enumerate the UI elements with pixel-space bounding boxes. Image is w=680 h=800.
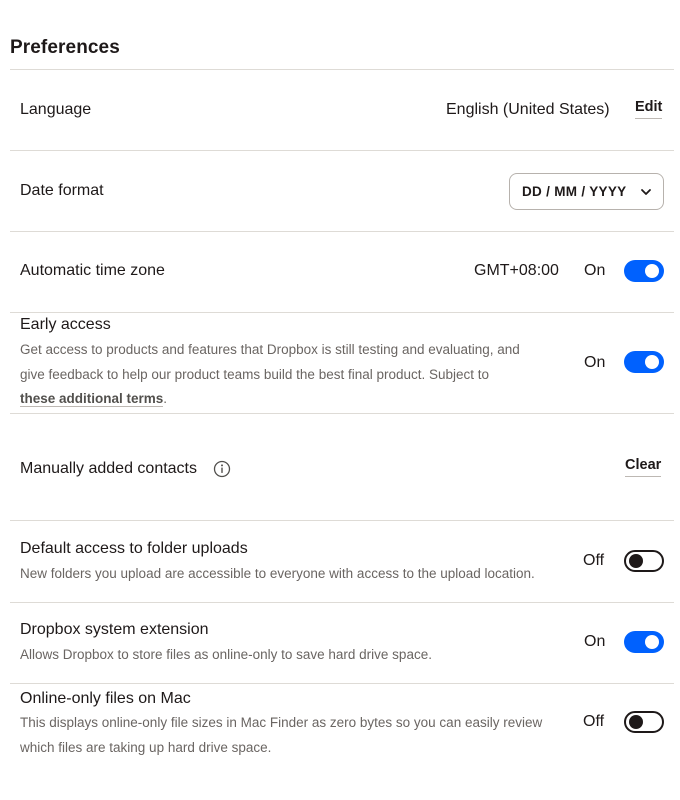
- divider: [10, 231, 674, 232]
- early-access-desc-line2: give feedback to help our product teams …: [20, 366, 490, 382]
- system-extension-label: Dropbox system extension: [20, 621, 209, 638]
- early-access-desc-line1: Get access to products and features that…: [20, 342, 520, 357]
- contacts-clear-button[interactable]: Clear: [625, 457, 662, 477]
- online-only-state: Off: [583, 713, 605, 730]
- online-only-label: Online-only files on Mac: [20, 690, 191, 707]
- time-zone-state: On: [584, 262, 606, 279]
- toggle-knob: [645, 264, 659, 278]
- chevron-down-icon: [641, 189, 651, 195]
- language-value: English (United States): [446, 101, 610, 118]
- date-format-select[interactable]: DD / MM / YYYY: [509, 173, 664, 210]
- toggle-knob: [629, 715, 643, 729]
- folder-uploads-toggle[interactable]: [624, 550, 664, 572]
- early-access-label: Early access: [20, 316, 111, 333]
- date-format-label: Date format: [20, 182, 104, 199]
- divider: [10, 69, 674, 70]
- divider: [10, 413, 674, 414]
- folder-uploads-state: Off: [583, 552, 605, 569]
- early-access-toggle[interactable]: [624, 351, 664, 373]
- divider: [10, 150, 674, 151]
- toggle-knob: [645, 355, 659, 369]
- terms-suffix: .: [163, 391, 168, 406]
- system-extension-description: Allows Dropbox to store files as online-…: [20, 647, 432, 662]
- contacts-label: Manually added contacts: [20, 460, 197, 477]
- divider: [10, 602, 674, 603]
- early-access-description: Get access to products and features that…: [20, 338, 570, 412]
- time-zone-toggle[interactable]: [624, 260, 664, 282]
- online-only-description: This displays online-only file sizes in …: [20, 711, 580, 760]
- toggle-knob: [645, 635, 659, 649]
- system-extension-state: On: [584, 633, 606, 650]
- info-icon[interactable]: [213, 460, 231, 478]
- online-only-desc-line1: This displays online-only file sizes in …: [20, 715, 543, 730]
- folder-uploads-label: Default access to folder uploads: [20, 540, 248, 557]
- online-only-desc-line2: which files are taking up hard drive spa…: [20, 739, 272, 755]
- language-edit-button[interactable]: Edit: [635, 99, 663, 119]
- page-title: Preferences: [10, 37, 120, 58]
- additional-terms-link[interactable]: these additional terms: [20, 391, 164, 407]
- toggle-knob: [629, 554, 643, 568]
- early-access-state: On: [584, 354, 606, 371]
- online-only-toggle[interactable]: [624, 711, 664, 733]
- date-format-selected: DD / MM / YYYY: [522, 184, 627, 199]
- time-zone-label: Automatic time zone: [20, 262, 165, 279]
- time-zone-value: GMT+08:00: [474, 262, 559, 279]
- divider: [10, 312, 674, 313]
- divider: [10, 683, 674, 684]
- divider: [10, 520, 674, 521]
- system-extension-toggle[interactable]: [624, 631, 664, 653]
- folder-uploads-description: New folders you upload are accessible to…: [20, 566, 535, 581]
- language-label: Language: [20, 101, 92, 118]
